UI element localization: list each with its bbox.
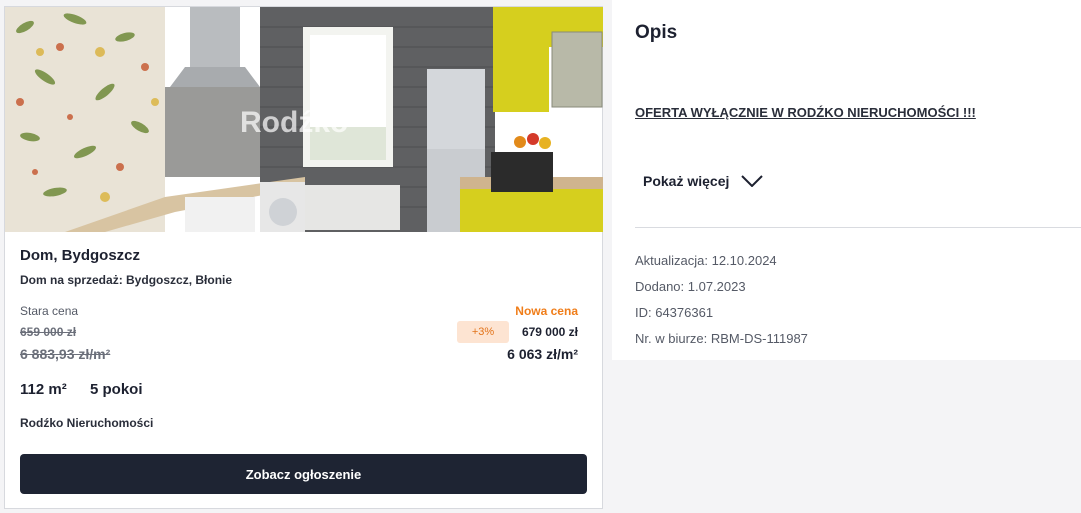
old-price-label: Stara cena [20,304,79,318]
rooms-value: 5 pokoi [90,381,143,398]
divider [635,227,1081,228]
listing-card[interactable]: Rodźko Dom, Bydgoszcz Dom na sprzedaż: B… [4,6,603,509]
new-price: 679 000 zł [521,325,578,339]
description-panel: Opis OFERTA WYŁĄCZNIE W RODŹKO NIERUCHOM… [612,0,1081,360]
kitchen-photo: Rodźko [5,7,603,232]
price-change-badge: +3% [457,321,509,343]
office-number: Nr. w biurze: RBM-DS-111987 [635,331,808,346]
listing-photo[interactable]: Rodźko [5,7,603,232]
old-price-per-m2: 6 883,93 zł/m² [20,346,111,362]
show-more-label: Pokaż więcej [643,173,730,189]
old-price: 659 000 zł [20,325,77,339]
offer-text: OFERTA WYŁĄCZNIE W RODŹKO NIERUCHOMOŚCI … [635,105,976,120]
view-listing-button[interactable]: Zobacz ogłoszenie [20,454,587,494]
listing-subtitle: Dom na sprzedaż: Bydgoszcz, Błonie [20,273,233,287]
updated-date: Aktualizacja: 12.10.2024 [635,253,777,268]
added-date: Dodano: 1.07.2023 [635,279,746,294]
agency-name: Rodźko Nieruchomości [20,416,154,430]
show-more-button[interactable]: Pokaż więcej [643,173,764,189]
listing-id: ID: 64376361 [635,305,714,320]
chevron-down-icon [741,175,764,187]
description-heading: Opis [635,22,678,43]
new-price-label: Nowa cena [515,304,578,318]
new-price-per-m2: 6 063 zł/m² [507,346,578,362]
area-value: 112 m² [20,381,67,398]
listing-title[interactable]: Dom, Bydgoszcz [20,247,140,264]
watermark-logo: Rodźko [240,106,348,139]
